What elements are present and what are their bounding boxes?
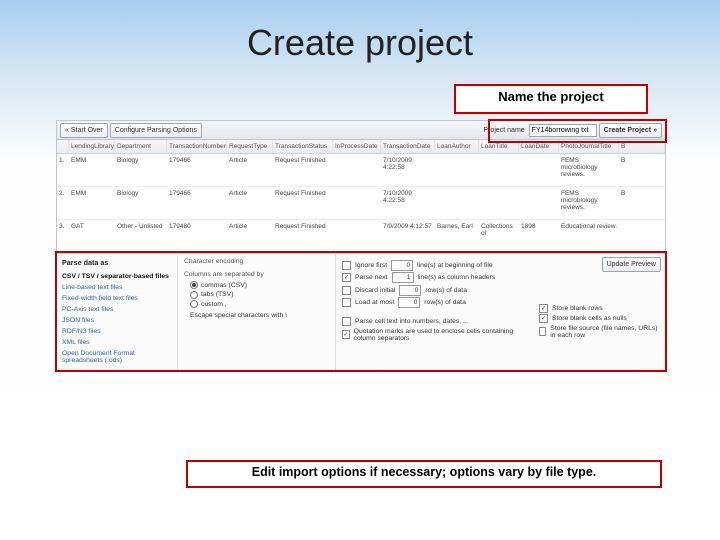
start-over-button[interactable]: « Start Over — [60, 123, 108, 138]
create-project-button[interactable]: Create Project » — [599, 123, 662, 138]
cb-parse-cell[interactable] — [342, 317, 351, 326]
format-ods[interactable]: Open Document Format spreadsheets (.ods) — [62, 348, 172, 366]
sep-commas[interactable]: commas (CSV) — [190, 281, 329, 289]
radio-icon — [190, 291, 198, 299]
topbar: « Start Over Configure Parsing Options P… — [57, 121, 665, 140]
cb-blank-rows[interactable] — [539, 304, 548, 313]
project-name-input[interactable] — [529, 124, 597, 137]
parse-next-count[interactable]: 1 — [392, 272, 414, 283]
cb-file-source[interactable] — [539, 327, 546, 336]
load-at-most-count[interactable]: 0 — [398, 297, 420, 308]
sep-custom[interactable]: custom , — [190, 300, 329, 308]
grid-body: 1.EMMBiology179466ArticleRequest Finishe… — [57, 154, 665, 253]
radio-icon — [190, 300, 198, 308]
sep-tabs[interactable]: tabs (TSV) — [190, 291, 329, 299]
parse-formats: Parse data as CSV / TSV / separator-base… — [57, 254, 178, 370]
cb-discard-initial[interactable] — [342, 286, 351, 295]
parse-data-as-label: Parse data as — [62, 258, 172, 267]
parse-panel: Parse data as CSV / TSV / separator-base… — [57, 253, 665, 370]
radio-icon — [190, 281, 198, 289]
table-row: 3.GATOther - Unlisted179480ArticleReques… — [57, 220, 665, 253]
project-name-label: Project name — [483, 127, 524, 134]
separated-by-label: Columns are separated by — [184, 271, 329, 278]
separator-options: Character encoding Columns are separated… — [178, 254, 336, 370]
configure-parsing-button[interactable]: Configure Parsing Options — [110, 123, 202, 138]
format-rdf[interactable]: RDF/N3 files — [62, 326, 172, 337]
char-encoding-label: Character encoding — [184, 258, 329, 265]
cb-parse-next[interactable] — [342, 273, 351, 282]
ignore-first-count[interactable]: 0 — [391, 260, 413, 271]
chevron-right-icon: » — [653, 127, 657, 134]
callout-edit-options: Edit import options if necessary; option… — [186, 460, 662, 488]
update-preview-button[interactable]: Update Preview — [602, 257, 661, 272]
grid-header: LendingLibraryDepartmentTransactionNumbe… — [57, 140, 665, 154]
escape-label: Escape special characters with \ — [190, 312, 329, 319]
callout-name-project: Name the project — [454, 84, 648, 114]
format-csv[interactable]: CSV / TSV / separator-based files — [62, 271, 172, 282]
cb-quotation[interactable] — [342, 330, 350, 339]
cb-ignore-first[interactable] — [342, 261, 351, 270]
discard-initial-count[interactable]: 0 — [399, 285, 421, 296]
table-row: 2.EMMBiology179466ArticleRequest Finishe… — [57, 187, 665, 220]
format-json[interactable]: JSON files — [62, 315, 172, 326]
refine-app: « Start Over Configure Parsing Options P… — [56, 120, 666, 371]
format-fixed[interactable]: Fixed-width field text files — [62, 293, 172, 304]
parse-right-options: Update Preview Ignore first0line(s) at b… — [336, 254, 665, 370]
cb-load-at-most[interactable] — [342, 298, 351, 307]
page-title: Create project — [0, 22, 720, 64]
table-row: 1.EMMBiology179466ArticleRequest Finishe… — [57, 154, 665, 187]
format-line[interactable]: Line-based text files — [62, 282, 172, 293]
format-xml[interactable]: XML files — [62, 337, 172, 348]
chevron-left-icon: « — [65, 127, 69, 134]
format-pcaxis[interactable]: PC-Axis text files — [62, 304, 172, 315]
cb-blank-cells[interactable] — [539, 314, 548, 323]
